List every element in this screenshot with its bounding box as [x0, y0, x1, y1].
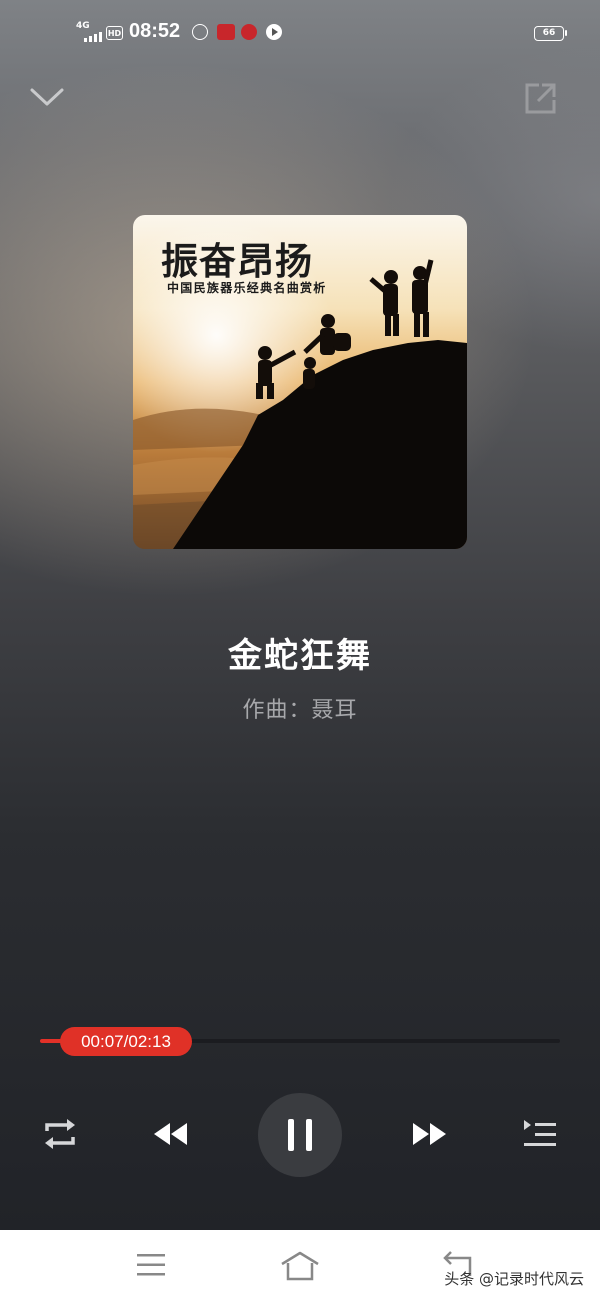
previous-icon[interactable]	[152, 1120, 190, 1148]
album-title: 振奋昂扬	[161, 239, 313, 283]
menu-icon[interactable]	[136, 1252, 166, 1278]
repeat-icon[interactable]	[42, 1117, 78, 1151]
hd-badge: HD	[106, 26, 123, 40]
app-notification-icon-2	[241, 24, 257, 40]
song-subtitle[interactable]: 作曲：聂耳	[0, 692, 600, 724]
album-art: 振奋昂扬 中国民族器乐经典名曲赏析	[133, 215, 467, 549]
battery-indicator: 66	[534, 26, 567, 41]
system-nav-bar: 头条 @记录时代风云	[0, 1230, 600, 1300]
chevron-down-icon[interactable]	[28, 82, 66, 112]
progress-time-handle[interactable]: 00:07/02:13	[60, 1027, 192, 1056]
media-notification-icon	[266, 24, 282, 40]
album-subtitle: 中国民族器乐经典名曲赏析	[167, 281, 327, 295]
clock: 08:52	[129, 20, 181, 42]
home-icon[interactable]	[280, 1250, 320, 1282]
player-screen: 4G HD 08:52 66 振奋昂扬 中国民族器乐经典名曲赏析 金蛇狂舞 作曲…	[0, 0, 600, 1230]
signal-icon	[84, 30, 102, 42]
share-external-icon[interactable]	[520, 78, 560, 118]
app-notification-icon	[217, 24, 235, 40]
pause-icon	[288, 1119, 312, 1151]
next-icon[interactable]	[410, 1120, 448, 1148]
notification-icon	[192, 24, 208, 40]
song-title: 金蛇狂舞	[228, 636, 372, 676]
play-pause-button[interactable]	[258, 1093, 342, 1177]
status-bar: 4G HD 08:52 66	[0, 0, 600, 64]
playlist-icon[interactable]	[522, 1118, 558, 1150]
watermark: 头条 @记录时代风云	[444, 1270, 584, 1288]
